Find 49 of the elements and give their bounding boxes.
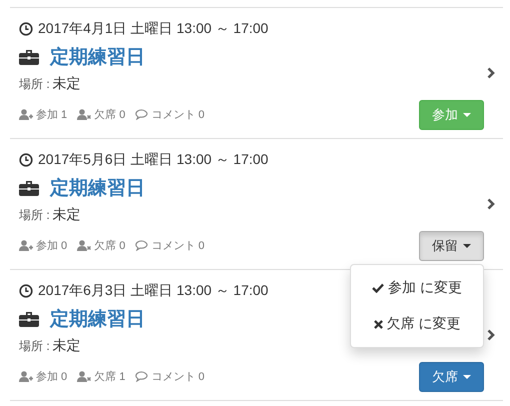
comment-icon [135, 240, 148, 251]
user-x-icon [77, 109, 92, 120]
briefcase-icon [19, 49, 39, 65]
caret-icon [463, 244, 471, 248]
event-title[interactable]: 定期練習日 [50, 306, 145, 332]
check-icon [372, 283, 384, 293]
clock-icon [19, 153, 33, 167]
briefcase-icon [19, 180, 39, 196]
absent-count: 欠席 1 [94, 370, 126, 384]
attend-count: 参加 1 [36, 108, 68, 122]
event-datetime: 2017年5月6日 土曜日 13:00 ～ 17:00 [38, 151, 268, 169]
chevron-right-icon[interactable] [487, 198, 495, 210]
briefcase-icon [19, 311, 39, 327]
response-dropdown-button[interactable]: 欠席 [419, 362, 484, 392]
comment-count: コメント 0 [151, 108, 205, 122]
absent-count: 欠席 0 [94, 238, 126, 253]
response-dropdown-button[interactable]: 参加 [419, 100, 484, 130]
attend-count: 参加 0 [36, 239, 68, 253]
place-label: 場所 : [19, 77, 50, 91]
place-value: 未定 [52, 75, 81, 91]
place-value: 未定 [52, 337, 81, 353]
clock-icon [19, 22, 33, 36]
attend-count: 参加 0 [36, 370, 68, 384]
event-datetime: 2017年4月1日 土曜日 13:00 ～ 17:00 [38, 20, 268, 38]
comment-icon [135, 371, 148, 382]
response-dropdown-button[interactable]: 保留 [419, 231, 484, 261]
user-x-icon [77, 371, 92, 382]
user-plus-icon [19, 240, 33, 251]
menu-item[interactable]: 欠席 に変更 [351, 306, 483, 342]
chevron-right-icon[interactable] [487, 329, 495, 341]
user-plus-icon [19, 109, 33, 120]
place-value: 未定 [52, 206, 81, 222]
event-datetime: 2017年6月3日 土曜日 13:00 ～ 17:00 [38, 282, 268, 300]
place-label: 場所 : [19, 339, 50, 353]
comment-count: コメント 0 [151, 239, 205, 253]
caret-icon [463, 375, 471, 379]
comment-icon [135, 109, 148, 120]
menu-item[interactable]: 参加 に変更 [351, 270, 483, 306]
chevron-right-icon[interactable] [487, 67, 495, 79]
close-icon [374, 320, 383, 328]
comment-count: コメント 0 [151, 370, 205, 384]
clock-icon [19, 284, 33, 298]
absent-count: 欠席 0 [94, 108, 126, 122]
caret-icon [463, 113, 471, 117]
user-x-icon [77, 240, 92, 251]
place-label: 場所 : [19, 208, 50, 222]
event-title[interactable]: 定期練習日 [50, 175, 145, 201]
user-plus-icon [19, 371, 33, 382]
event-title[interactable]: 定期練習日 [50, 44, 145, 70]
